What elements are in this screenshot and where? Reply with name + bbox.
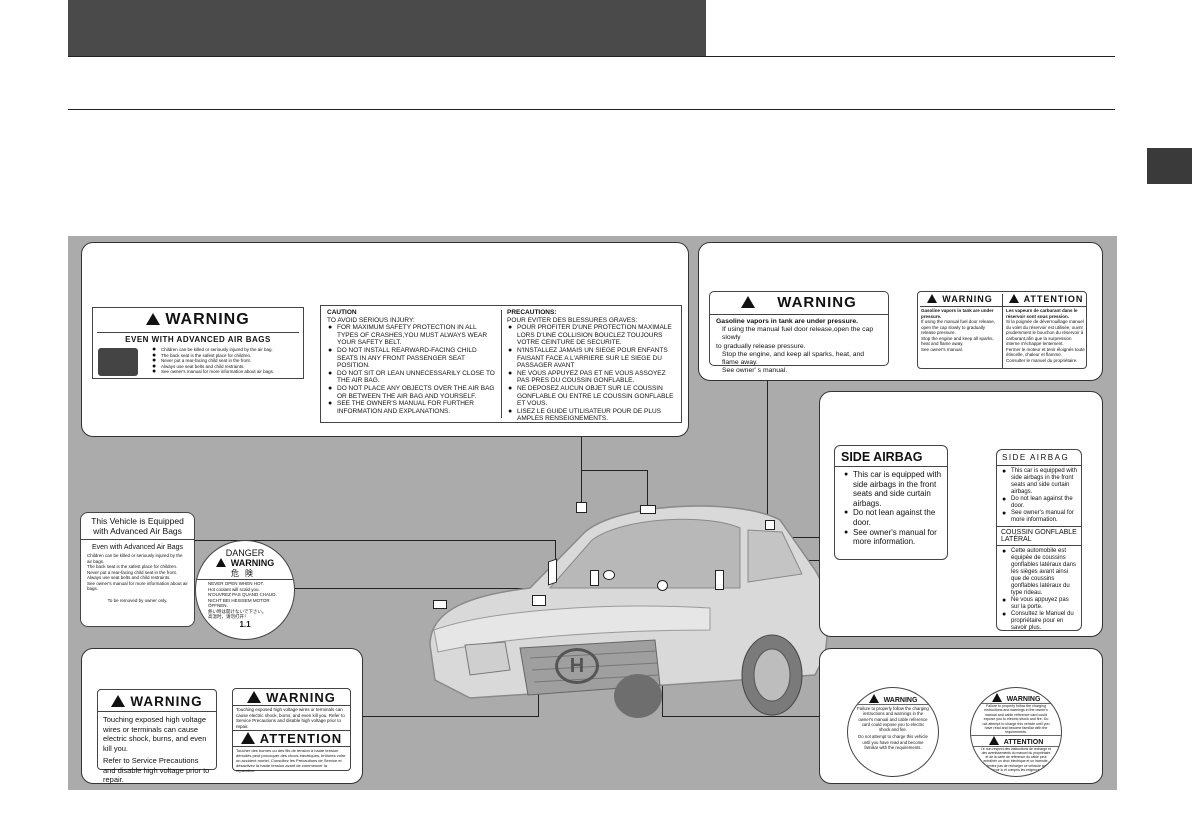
fuel-bilingual-french: Les vapeurs de carburant dans le réservo… <box>1006 308 1085 363</box>
marker-caution-label <box>640 505 656 514</box>
side-airbag-title: SIDE AIRBAG <box>835 446 947 467</box>
hv-warning-title: WARNING <box>98 694 216 709</box>
marker-radiator-label <box>603 570 615 580</box>
hv-warning-label: WARNING Touching exposed high voltage wi… <box>97 689 217 784</box>
visor-label-footer: To be removed by owner only. <box>107 597 168 603</box>
visor-label-subtitle: Even with Advanced Air Bags <box>91 544 184 551</box>
side-airbag-bullets: This car is equipped with side airbags i… <box>835 467 947 547</box>
fuel-warning-title: WARNING <box>710 294 888 311</box>
warning-triangle-icon <box>988 735 999 745</box>
callout-side-airbag-labels: SIDE AIRBAG This car is equipped with si… <box>819 391 1103 637</box>
airbag-warning-headline: EVEN WITH ADVANCED AIR BAGS <box>97 332 299 344</box>
car-badge: H <box>555 648 599 684</box>
visor-label: This Vehicle is Equipped with Advanced A… <box>80 512 195 627</box>
fuel-warning-text: Gasoline vapors in tank are under pressu… <box>716 318 874 375</box>
caution-french: PRECAUTIONS: POUR EVITER DES BLESSURES G… <box>507 309 677 423</box>
side-airbag-bilingual-title-fr: COUSSIN GONFLABLE LATÉRAL <box>997 526 1081 546</box>
fuel-bilingual-english: Gasoline vapors in tank are under pressu… <box>921 308 996 352</box>
marker-visor-label <box>548 558 557 586</box>
radiator-warning-title: WARNING <box>196 558 294 568</box>
caution-label: CAUTION TO AVOID SERIOUS INJURY: FOR MAX… <box>320 305 682 423</box>
section-rule <box>68 109 1115 110</box>
side-airbag-bilingual-bullets-en: This car is equipped with side airbags i… <box>997 466 1081 526</box>
hv-bilingual-label: WARNING Touching exposed high voltage wi… <box>232 688 351 774</box>
warning-triangle-icon <box>991 693 1002 702</box>
marker-side-airbag-label <box>715 570 724 590</box>
hv-bilingual-french: Toucher des bornes ou des fils de tensio… <box>233 746 350 774</box>
marker-caution-label <box>576 502 587 513</box>
callout-high-voltage-labels: WARNING Touching exposed high voltage wi… <box>81 648 363 784</box>
chapter-tab <box>1147 148 1192 184</box>
charge-bilingual-attention-title: ATTENTION <box>971 734 1061 746</box>
warning-triangle-icon <box>247 691 262 703</box>
child-seat-icon <box>98 348 138 376</box>
fuel-warning-label: WARNING Gasoline vapors in tank are unde… <box>709 291 889 374</box>
warning-triangle-icon <box>868 694 879 703</box>
visor-label-title: This Vehicle is Equipped with Advanced A… <box>81 513 194 540</box>
warning-triangle-icon <box>1008 294 1019 303</box>
marker-charge-label <box>657 580 668 591</box>
side-airbag-bilingual-label: SIDE AIRBAG This car is equipped with si… <box>996 449 1082 631</box>
caution-english: CAUTION TO AVOID SERIOUS INJURY: FOR MAX… <box>327 309 497 415</box>
warning-triangle-icon <box>111 695 126 707</box>
marker-hv-label <box>433 600 447 609</box>
warning-triangle-icon <box>927 294 938 303</box>
warning-triangle-icon <box>146 313 161 325</box>
header-bar <box>68 0 706 56</box>
callout-fuel-labels: WARNING Gasoline vapors in tank are unde… <box>698 242 1103 381</box>
charge-label-title: WARNING <box>848 694 938 704</box>
airbag-warning-label: WARNING EVEN WITH ADVANCED AIR BAGS Chil… <box>92 307 304 379</box>
callout-airbag-labels: WARNING EVEN WITH ADVANCED AIR BAGS Chil… <box>81 242 689 437</box>
hv-bilingual-warning-title: WARNING <box>233 690 350 705</box>
charge-bilingual-warning-title: WARNING <box>971 693 1061 703</box>
hv-warning-text: Touching exposed high voltage wires or t… <box>103 715 210 784</box>
fuel-bilingual-attention-title: ATTENTION <box>1006 294 1086 304</box>
car-illustration <box>429 505 829 718</box>
side-airbag-label: SIDE AIRBAG This car is equipped with si… <box>834 445 948 560</box>
airbag-warning-bullets: Children can be killed or seriously inju… <box>151 347 311 375</box>
side-airbag-bilingual-bullets-fr: Cette automobile est équipée de coussins… <box>997 546 1081 632</box>
hv-bilingual-attention-title: ATTENTION <box>233 730 350 746</box>
warning-triangle-icon <box>215 558 226 567</box>
fuel-bilingual-warning-title: WARNING <box>920 294 1000 304</box>
marker-fuel-label <box>765 520 775 530</box>
fuel-bilingual-label: WARNING ATTENTION Gasoline vapors in tan… <box>917 291 1087 369</box>
warning-triangle-icon <box>741 296 756 308</box>
radiator-cap-label: DANGER WARNING 危険 NEVER OPEN WHEN HOT. H… <box>195 540 295 640</box>
header-rule <box>68 56 1115 57</box>
charge-bilingual-english: Failure to properly follow the charging … <box>971 703 1061 735</box>
charge-bilingual-french: Le non-respect des instructions de recha… <box>971 745 1061 772</box>
callout-charging-labels: WARNING Failure to properly follow the c… <box>819 648 1103 784</box>
charge-label-text: Failure to properly follow the charging … <box>848 704 938 750</box>
charge-bilingual-label: WARNING Failure to properly follow the c… <box>970 687 1062 777</box>
airbag-warning-title: WARNING <box>93 311 303 329</box>
warning-triangle-icon <box>240 732 255 744</box>
side-airbag-bilingual-title-en: SIDE AIRBAG <box>997 450 1081 466</box>
charge-label: WARNING Failure to properly follow the c… <box>847 687 939 777</box>
marker-visor-label <box>590 570 599 586</box>
marker-hv-label <box>532 595 546 606</box>
visor-label-text: Children can be killed or seriously inju… <box>87 553 188 591</box>
radiator-jp-title: 危険 <box>231 569 259 578</box>
hv-bilingual-english: Touching exposed high voltage wires or t… <box>233 705 350 730</box>
radiator-cap-text: NEVER OPEN WHEN HOT. Hot coolant will sc… <box>196 579 294 620</box>
